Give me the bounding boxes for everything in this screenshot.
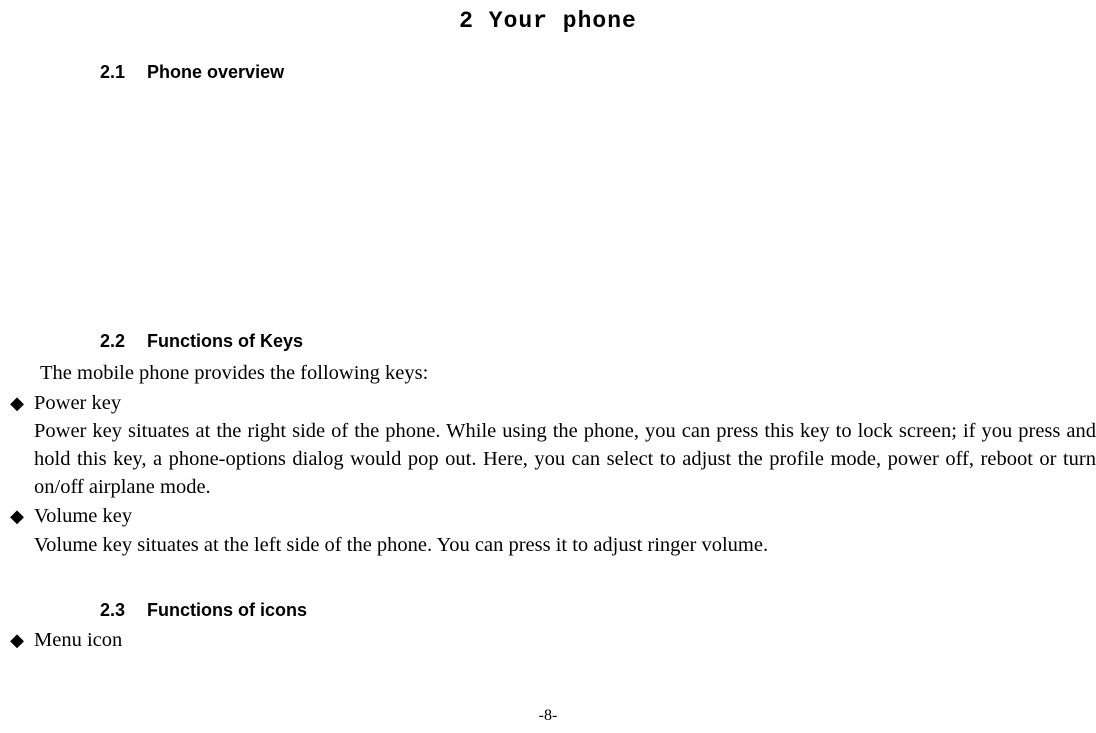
list-item: ◆ Menu icon bbox=[0, 627, 1096, 655]
section-number: 2.1 bbox=[100, 62, 125, 83]
section-number: 2.2 bbox=[100, 331, 125, 352]
intro-text: The mobile phone provides the following … bbox=[40, 360, 1096, 388]
section-heading-overview: 2.1 Phone overview bbox=[100, 62, 1096, 83]
bullet-description: Power key situates at the right side of … bbox=[34, 418, 1096, 501]
bullet-label: Volume key bbox=[34, 503, 1096, 531]
section-number: 2.3 bbox=[100, 600, 125, 621]
bullet-label: Menu icon bbox=[34, 627, 1096, 655]
section-heading-icons: 2.3 Functions of icons bbox=[100, 600, 1096, 621]
section-title: Functions of icons bbox=[147, 600, 307, 620]
page-number: -8- bbox=[0, 707, 1096, 725]
section-heading-keys: 2.2 Functions of Keys bbox=[100, 331, 1096, 352]
diamond-icon: ◆ bbox=[0, 504, 34, 529]
diamond-icon: ◆ bbox=[0, 628, 34, 653]
bullet-label: Power key bbox=[34, 390, 1096, 418]
diamond-icon: ◆ bbox=[0, 391, 34, 416]
list-item: ◆ Power key Power key situates at the ri… bbox=[0, 390, 1096, 502]
list-item: ◆ Volume key Volume key situates at the … bbox=[0, 503, 1096, 559]
section-title: Functions of Keys bbox=[147, 331, 303, 351]
page-title: 2 Your phone bbox=[0, 0, 1096, 34]
bullet-description: Volume key situates at the left side of … bbox=[34, 532, 1096, 560]
section-title: Phone overview bbox=[147, 62, 284, 82]
